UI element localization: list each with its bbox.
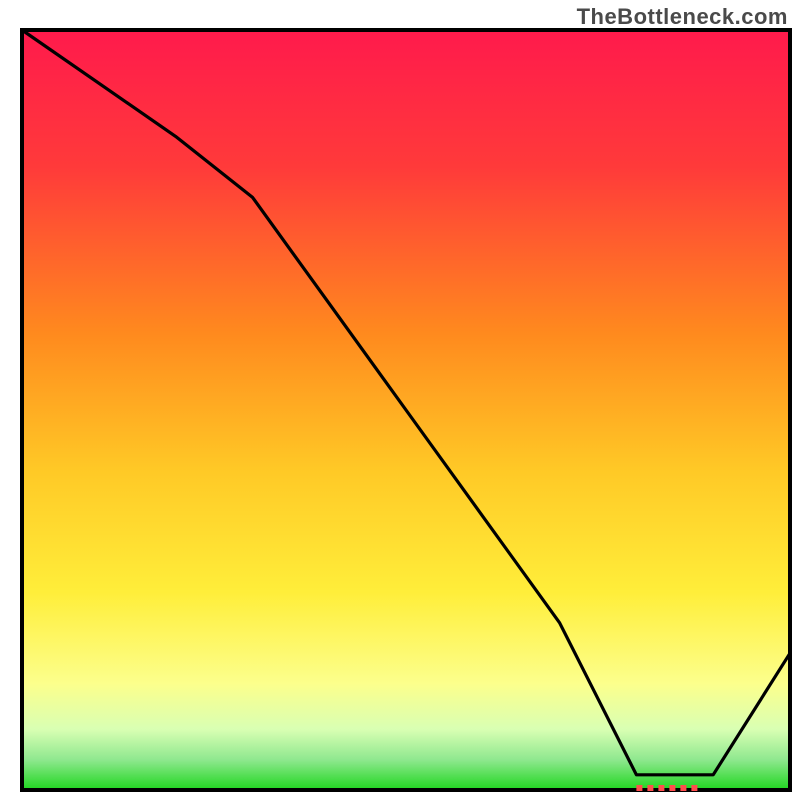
bottleneck-chart (0, 0, 800, 800)
chart-stage: TheBottleneck.com (0, 0, 800, 800)
